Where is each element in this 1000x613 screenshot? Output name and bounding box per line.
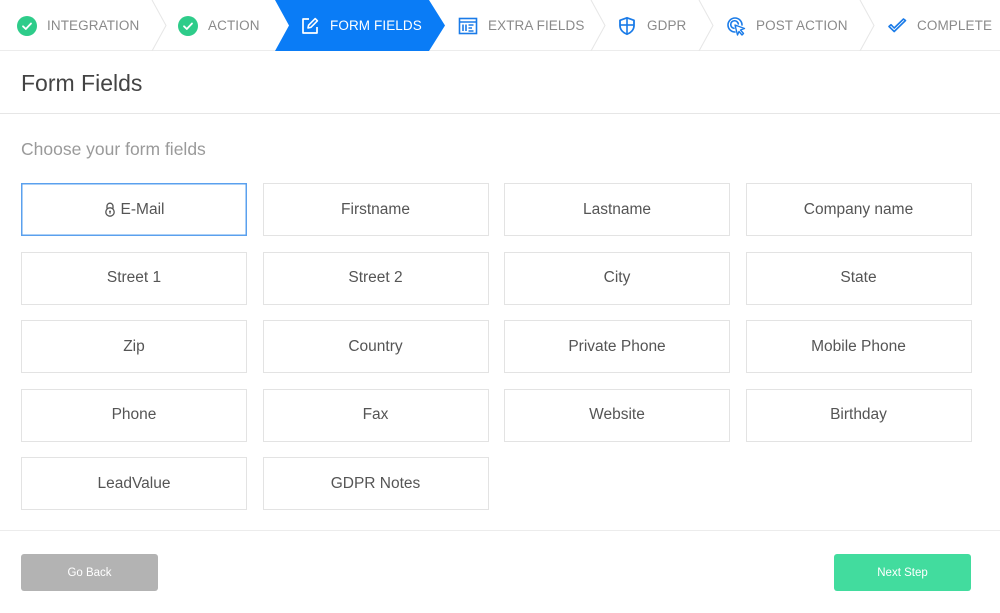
footer-divider bbox=[0, 530, 1000, 531]
field-option-label: Zip bbox=[123, 337, 145, 355]
step-label: Action bbox=[208, 18, 260, 33]
step-label: Integration bbox=[47, 18, 140, 33]
edit-icon bbox=[300, 16, 320, 36]
step-integration[interactable]: Integration bbox=[17, 0, 139, 51]
field-option-gdpr-notes[interactable]: GDPR Notes bbox=[262, 457, 489, 510]
step-separator bbox=[150, 0, 170, 51]
field-option-label: Website bbox=[589, 406, 645, 423]
step-label: Form Fields bbox=[330, 18, 422, 33]
wizard-stepper: Integration Action Form Fields bbox=[0, 0, 1000, 51]
field-option-label: State bbox=[840, 269, 877, 286]
field-option-label: Firstname bbox=[341, 200, 410, 218]
field-option-country[interactable]: Country bbox=[262, 320, 489, 373]
field-option-company-name[interactable]: Company name bbox=[745, 183, 972, 236]
form-field-grid: E-Mail Firstname Lastname Company name S… bbox=[21, 183, 972, 510]
step-complete[interactable]: Complete bbox=[887, 0, 992, 51]
field-option-label: Company name bbox=[803, 200, 914, 218]
field-option-label: Country bbox=[348, 337, 403, 355]
step-label: Complete bbox=[917, 18, 993, 33]
field-option-label: E-Mail bbox=[120, 200, 165, 218]
step-label: GDPR bbox=[647, 18, 687, 33]
step-separator bbox=[589, 0, 609, 51]
field-option-street-1[interactable]: Street 1 bbox=[21, 251, 247, 305]
step-action[interactable]: Action bbox=[178, 0, 260, 51]
field-option-city[interactable]: City bbox=[504, 251, 730, 305]
field-option-label: Mobile Phone bbox=[811, 337, 906, 355]
field-option-label: Private Phone bbox=[568, 337, 666, 355]
field-option-label: City bbox=[603, 269, 631, 286]
check-circle-icon bbox=[178, 15, 198, 36]
field-option-fax[interactable]: Fax bbox=[262, 388, 489, 442]
section-subtitle: Choose your form fields bbox=[21, 139, 206, 159]
field-option-private-phone[interactable]: Private Phone bbox=[504, 320, 730, 373]
step-extra-fields[interactable]: Extra Fields bbox=[458, 0, 584, 51]
form-list-icon bbox=[458, 16, 478, 36]
checkmark-icon bbox=[887, 16, 907, 36]
step-separator bbox=[858, 0, 878, 51]
go-back-button[interactable]: Go Back bbox=[21, 554, 158, 591]
lock-icon bbox=[104, 202, 116, 217]
cursor-click-icon bbox=[726, 16, 746, 36]
field-option-label: LeadValue bbox=[97, 474, 171, 492]
step-form-fields[interactable]: Form Fields bbox=[300, 0, 422, 51]
step-label: Extra Fields bbox=[488, 18, 585, 33]
step-post-action[interactable]: Post Action bbox=[726, 0, 848, 51]
step-separator bbox=[697, 0, 717, 51]
field-option-state[interactable]: State bbox=[745, 251, 972, 305]
check-circle-icon bbox=[17, 15, 37, 36]
field-option-zip[interactable]: Zip bbox=[21, 320, 247, 373]
header-divider bbox=[0, 113, 1000, 114]
field-option-email[interactable]: E-Mail bbox=[21, 183, 247, 236]
field-option-label: Birthday bbox=[830, 406, 887, 423]
field-option-label: Street 2 bbox=[348, 269, 403, 286]
step-gdpr[interactable]: GDPR bbox=[617, 0, 686, 51]
field-option-lastname[interactable]: Lastname bbox=[504, 183, 730, 236]
field-option-label: Street 1 bbox=[106, 269, 162, 286]
next-step-button[interactable]: Next Step bbox=[834, 554, 971, 591]
field-option-label: Phone bbox=[111, 406, 157, 423]
field-option-label: Lastname bbox=[582, 200, 652, 218]
field-option-label: GDPR Notes bbox=[330, 474, 421, 492]
page-title: Form Fields bbox=[21, 70, 143, 96]
field-option-firstname[interactable]: Firstname bbox=[262, 183, 489, 236]
field-option-website[interactable]: Website bbox=[504, 388, 730, 442]
field-option-phone[interactable]: Phone bbox=[21, 388, 247, 442]
field-option-label: Fax bbox=[362, 406, 389, 423]
field-option-mobile-phone[interactable]: Mobile Phone bbox=[745, 320, 972, 373]
field-option-birthday[interactable]: Birthday bbox=[745, 388, 972, 442]
step-label: Post Action bbox=[756, 18, 848, 33]
field-option-leadvalue[interactable]: LeadValue bbox=[21, 457, 247, 510]
shield-icon bbox=[617, 16, 637, 36]
field-option-street-2[interactable]: Street 2 bbox=[262, 251, 489, 305]
